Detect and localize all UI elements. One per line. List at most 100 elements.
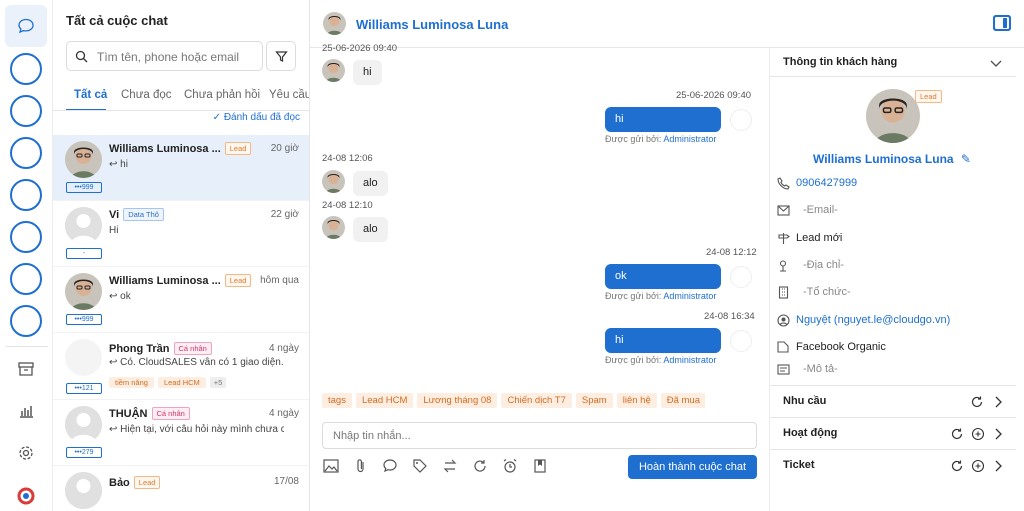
source-row[interactable]: Facebook Organic bbox=[776, 339, 1006, 357]
status-row[interactable]: Lead mới bbox=[776, 230, 1006, 248]
add-circle-icon[interactable] bbox=[971, 459, 985, 473]
check-icon: ✓ bbox=[212, 112, 222, 123]
conversation-item[interactable]: Vi Data Thô 22 giờ Hi - bbox=[53, 201, 309, 267]
refresh-icon[interactable] bbox=[970, 395, 984, 409]
conversation-time: 4 ngày bbox=[268, 408, 299, 419]
avatar bbox=[65, 141, 102, 178]
tag-chip[interactable]: tags bbox=[322, 393, 352, 408]
add-circle-icon[interactable] bbox=[971, 427, 985, 441]
chevron-down-icon[interactable] bbox=[990, 57, 1002, 71]
last-message: ↩ ok bbox=[109, 291, 131, 302]
channel-avatar-7[interactable] bbox=[10, 305, 42, 337]
conversation-item[interactable]: THUẬN Cá nhân 4 ngày ↩ Hiện tại, với câu … bbox=[53, 400, 309, 466]
complete-chat-button[interactable]: Hoàn thành cuộc chat bbox=[628, 455, 757, 479]
chevron-right-icon[interactable] bbox=[992, 395, 1006, 409]
section-ticket[interactable]: Ticket bbox=[770, 449, 1016, 481]
refresh-icon[interactable] bbox=[950, 459, 964, 473]
conversation-item[interactable]: Williams Luminosa ... Lead 20 giờ ↩ hi ••… bbox=[53, 135, 309, 201]
bookmark-icon[interactable] bbox=[531, 457, 549, 475]
transfer-icon[interactable] bbox=[441, 457, 459, 475]
chevron-right-icon[interactable] bbox=[992, 459, 1006, 473]
tag-chip[interactable]: liên hệ bbox=[616, 393, 657, 408]
conversation-tags: tiềm năng Lead HCM +5 bbox=[109, 374, 230, 388]
tag-chip[interactable]: Lương tháng 08 bbox=[417, 393, 498, 408]
conversation-item[interactable]: Williams Luminosa ... Lead hôm qua ↩ ok •… bbox=[53, 267, 309, 333]
conversation-time: 20 giờ bbox=[270, 143, 299, 154]
alarm-clock-icon[interactable] bbox=[501, 457, 519, 475]
refresh-icon[interactable] bbox=[950, 427, 964, 441]
edit-pencil-icon[interactable]: ✎ bbox=[961, 152, 971, 166]
mark-read-label: Đánh dấu đã đọc bbox=[223, 112, 300, 123]
personal-badge: Cá nhân bbox=[151, 407, 190, 420]
info-title: Thông tin khách hàng bbox=[783, 56, 898, 68]
conversation-item[interactable]: Bảo Lead 17/08 bbox=[53, 466, 309, 511]
contact-name: Vi Data Thô bbox=[109, 208, 164, 221]
archive-icon[interactable] bbox=[15, 358, 37, 380]
avatar bbox=[323, 12, 346, 35]
channel-avatar-4[interactable] bbox=[10, 179, 42, 211]
message-timestamp: 24-08 12:12 bbox=[706, 247, 757, 258]
channel-avatar-2[interactable] bbox=[10, 95, 42, 127]
message-input[interactable]: Nhập tin nhắn... bbox=[322, 422, 757, 449]
tab-requests[interactable]: Yêu cầu h bbox=[269, 89, 309, 101]
report-chart-icon[interactable] bbox=[15, 400, 37, 422]
message-timestamp: 24-08 12:06 bbox=[322, 153, 373, 164]
section-needs[interactable]: Nhu cầu bbox=[770, 385, 1016, 417]
search-placeholder: Tìm tên, phone hoặc email bbox=[97, 50, 240, 64]
more-tags-chip[interactable]: +5 bbox=[209, 377, 227, 388]
filter-button[interactable] bbox=[266, 41, 296, 71]
contact-name: THUẬN Cá nhân bbox=[109, 407, 190, 420]
avatar bbox=[65, 472, 102, 509]
address-row[interactable]: -Địa chỉ- bbox=[776, 257, 1006, 275]
channel-avatar-3[interactable] bbox=[10, 137, 42, 169]
reply-icon: ↩ bbox=[109, 159, 121, 170]
phone-row[interactable]: 0906427999 bbox=[776, 175, 1006, 193]
info-header[interactable]: Thông tin khách hàng bbox=[770, 48, 1016, 77]
mark-read-link[interactable]: ✓ Đánh dấu đã đọc bbox=[213, 112, 300, 123]
chat-bubble-icon bbox=[18, 18, 34, 34]
phone-id-tag: •••999 bbox=[66, 314, 102, 325]
tab-all[interactable]: Tất cả bbox=[74, 89, 107, 101]
organization-row[interactable]: -Tổ chức- bbox=[776, 284, 1006, 302]
chat-header: Williams Luminosa Luna bbox=[310, 0, 1024, 48]
nav-rail bbox=[0, 0, 53, 511]
channel-avatar-1[interactable] bbox=[10, 53, 42, 85]
tag-icon[interactable] bbox=[411, 457, 429, 475]
phone-id-tag: •••279 bbox=[66, 447, 102, 458]
channel-avatar-6[interactable] bbox=[10, 263, 42, 295]
owner-row[interactable]: Nguyệt (nguyet.le@cloudgo.vn) bbox=[776, 312, 1006, 330]
refresh-icon[interactable] bbox=[471, 457, 489, 475]
chevron-right-icon[interactable] bbox=[992, 427, 1006, 441]
list-title: Tất cả cuộc chat bbox=[66, 13, 168, 28]
attachment-icon[interactable] bbox=[352, 457, 370, 475]
customer-name: Williams Luminosa Luna ✎ bbox=[813, 152, 971, 166]
search-input[interactable]: Tìm tên, phone hoặc email bbox=[66, 41, 263, 71]
toggle-info-panel-icon[interactable] bbox=[993, 15, 1011, 31]
tag-bar: tags Lead HCM Lương tháng 08 Chiến dịch T7 S… bbox=[322, 392, 705, 410]
tab-unanswered[interactable]: Chưa phản hồi bbox=[184, 89, 260, 101]
conversation-item[interactable]: Phong Trần Cá nhân 4 ngày ↩ Có. CloudSALE… bbox=[53, 333, 309, 400]
chat-contact-name[interactable]: Williams Luminosa Luna bbox=[356, 17, 508, 32]
tag-chip[interactable]: Spam bbox=[575, 393, 613, 408]
tag-chip[interactable]: Chiến dịch T7 bbox=[501, 393, 572, 408]
sent-by: Được gửi bởi: Administrator bbox=[605, 134, 717, 144]
chat-nav-button[interactable] bbox=[5, 5, 47, 47]
description-row[interactable]: -Mô tả- bbox=[776, 361, 1006, 379]
quick-reply-icon[interactable] bbox=[381, 457, 399, 475]
conversation-tabs: Tất cả Chưa đọc Chưa phản hồi Yêu cầu h bbox=[53, 83, 309, 111]
image-icon[interactable] bbox=[322, 457, 340, 475]
settings-gear-icon[interactable] bbox=[15, 442, 37, 464]
mail-icon bbox=[776, 203, 790, 217]
conversation-time: 4 ngày bbox=[268, 343, 299, 354]
email-row[interactable]: -Email- bbox=[776, 202, 1006, 220]
channel-avatar-5[interactable] bbox=[10, 221, 42, 253]
section-activities[interactable]: Hoạt động bbox=[770, 417, 1016, 449]
conversation-time: hôm qua bbox=[260, 275, 299, 286]
tag-chip[interactable]: Lead HCM bbox=[355, 393, 414, 408]
message-timestamp: 24-08 16:34 bbox=[704, 311, 755, 322]
outgoing-message: hi bbox=[605, 328, 721, 353]
contact-name: Phong Trần Cá nhân bbox=[109, 342, 212, 355]
tab-unread[interactable]: Chưa đọc bbox=[121, 89, 172, 101]
outgoing-message: hi bbox=[605, 107, 721, 132]
tag-chip[interactable]: Đã mua bbox=[660, 393, 705, 408]
